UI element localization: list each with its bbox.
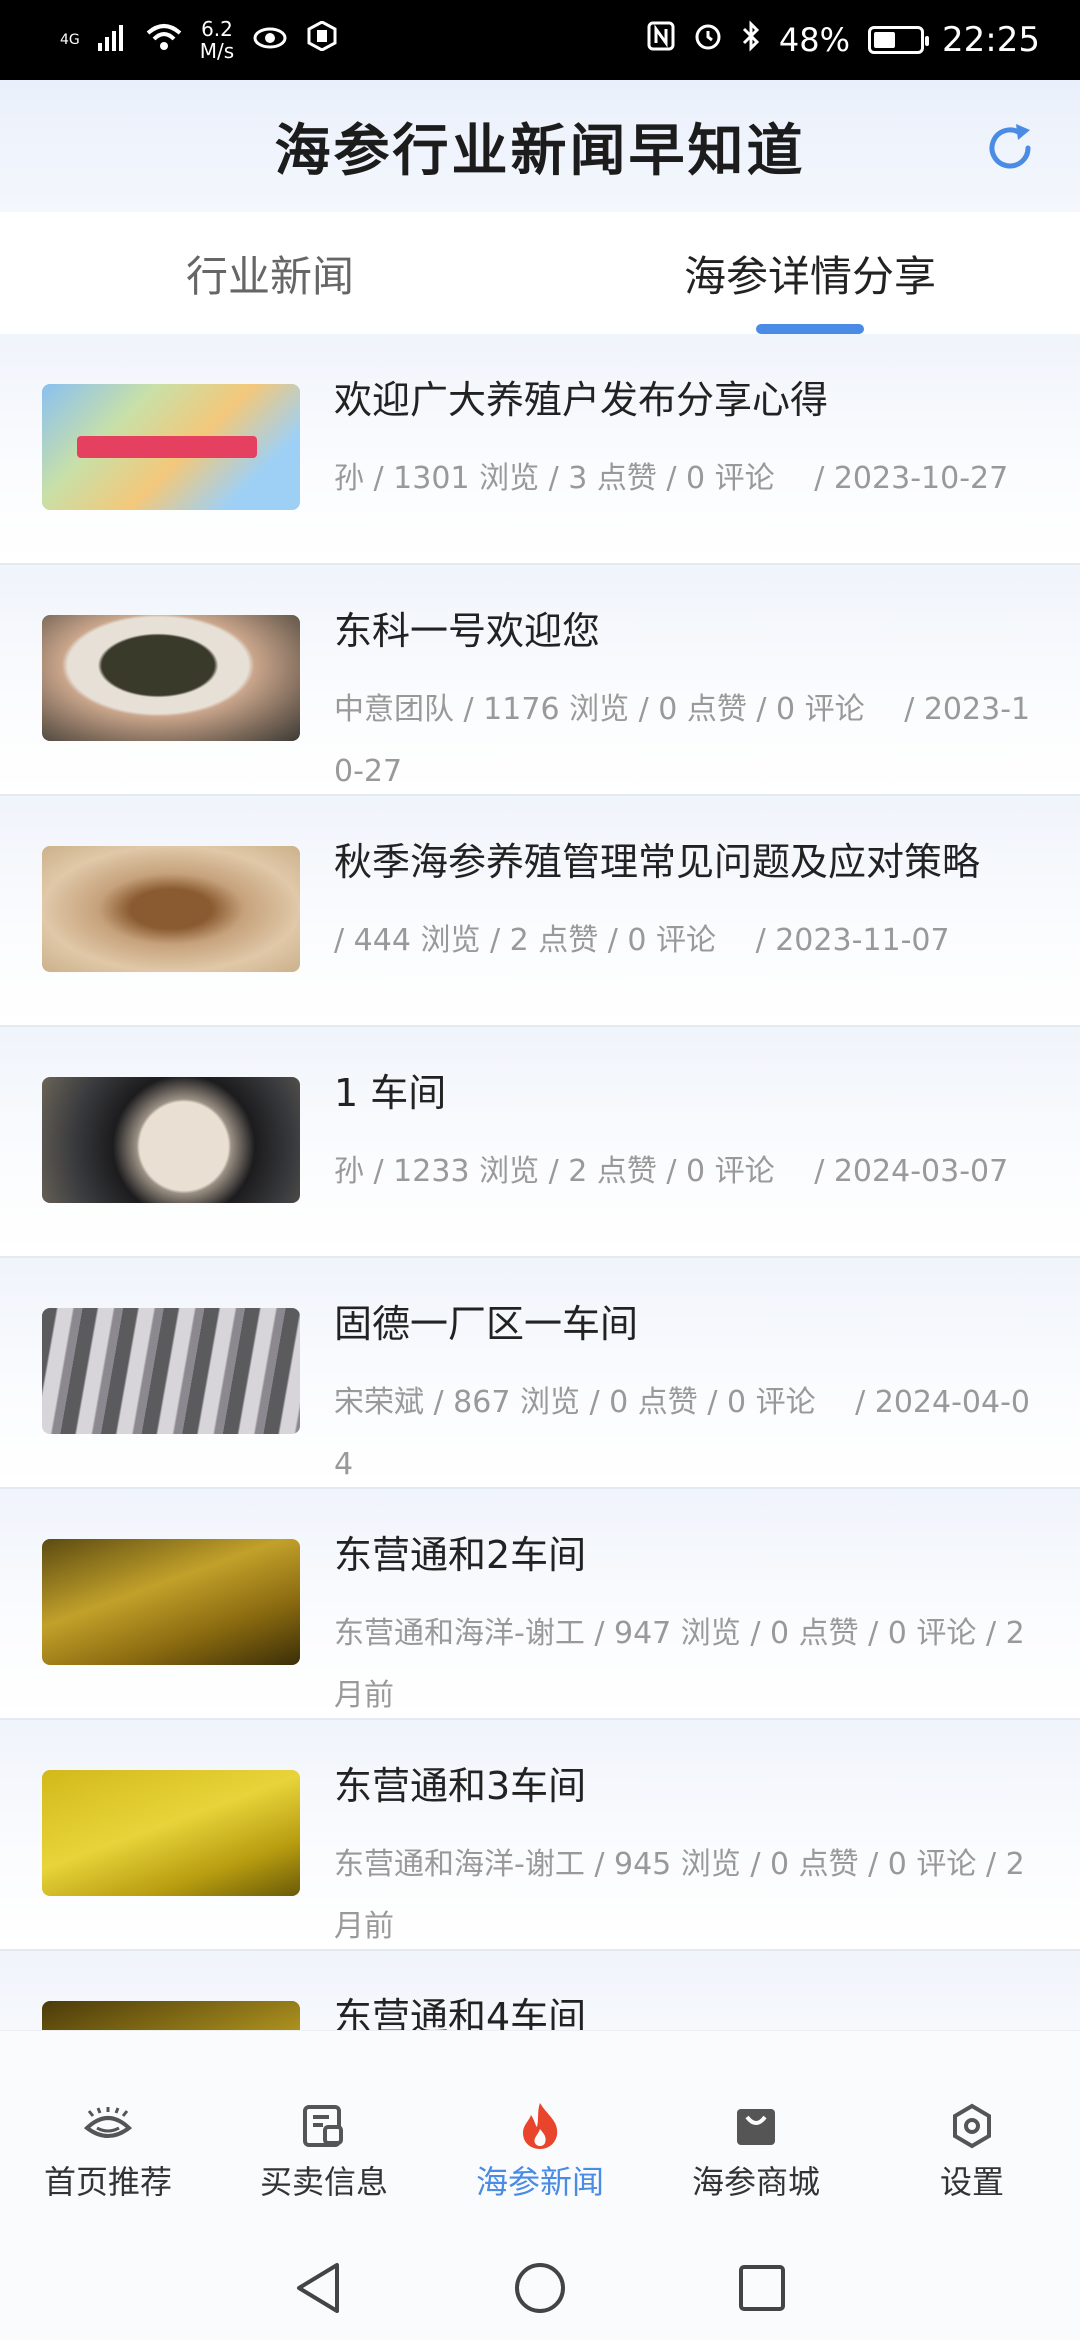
item-info: 东营通和2车间 东营通和海洋-谢工 / 947 浏览 / 0 点赞 / 0 评论…: [334, 1529, 1040, 1718]
gear-icon: [947, 2101, 997, 2151]
list-item[interactable]: 东科一号欢迎您 中意团队 / 1176 浏览 / 0 点赞 / 0 评论 / 2…: [0, 565, 1080, 796]
nfc-icon: [647, 21, 675, 59]
item-info: 固德一厂区一车间 宋荣斌 / 867 浏览 / 0 点赞 / 0 评论 / 20…: [334, 1298, 1040, 1487]
nav-home-recommend[interactable]: 首页推荐: [0, 2031, 216, 2240]
network-speed: 6.2 M/s: [200, 18, 234, 62]
item-title: 固德一厂区一车间: [334, 1302, 639, 1346]
list-item[interactable]: 1 车间 孙 / 1233 浏览 / 2 点赞 / 0 评论 / 2024-03…: [0, 1027, 1080, 1258]
item-title: 东营通和3车间: [334, 1764, 587, 1808]
nav-trade-info[interactable]: 买卖信息: [216, 2031, 432, 2240]
item-meta: 孙 / 1301 浏览 / 3 点赞 / 0 评论 / 2023-10-27: [334, 461, 1009, 496]
speed-unit: M/s: [199, 39, 235, 63]
wifi-icon: [146, 21, 182, 59]
status-bar-right: 48% 22:25: [647, 20, 1040, 60]
hand-icon: [306, 20, 338, 59]
thumbnail-image: [42, 1308, 300, 1434]
status-bar: 4G 6.2 M/s 48% 22:25: [0, 0, 1080, 80]
battery-percent: 48%: [778, 21, 851, 59]
list-item[interactable]: 东营通和4车间: [0, 1951, 1080, 2030]
item-title: 东营通和2车间: [334, 1533, 587, 1577]
system-nav-bar: [0, 2240, 1080, 2340]
document-icon: [299, 2101, 349, 2151]
item-info: 东营通和3车间 东营通和海洋-谢工 / 945 浏览 / 0 点赞 / 0 评论…: [334, 1760, 1040, 1949]
bluetooth-icon: [741, 20, 761, 60]
nav-sea-cucumber-mall[interactable]: 海参商城: [648, 2031, 864, 2240]
fire-icon: [515, 2101, 565, 2151]
clock: 22:25: [942, 20, 1040, 60]
thumbnail-image: [42, 2001, 300, 2030]
item-title: 欢迎广大养殖户发布分享心得: [334, 378, 829, 422]
thumbnail-image: [42, 846, 300, 972]
item-title: 东科一号欢迎您: [334, 609, 601, 653]
list-item[interactable]: 东营通和3车间 东营通和海洋-谢工 / 945 浏览 / 0 点赞 / 0 评论…: [0, 1720, 1080, 1951]
item-meta: 孙 / 1233 浏览 / 2 点赞 / 0 评论 / 2024-03-07: [334, 1154, 1009, 1189]
nav-label: 海参商城: [691, 2163, 820, 2201]
back-icon[interactable]: [293, 2261, 343, 2319]
network-type: 4G: [60, 32, 80, 48]
thumbnail-image: [42, 1539, 300, 1665]
item-meta: 东营通和海洋-谢工 / 945 浏览 / 0 点赞 / 0 评论 / 2月前: [334, 1847, 1025, 1944]
recent-apps-icon[interactable]: [737, 2263, 787, 2317]
signal-icon: [97, 21, 128, 59]
bottom-nav: 首页推荐 买卖信息 海参新闻 海参商城 设置: [0, 2030, 1080, 2240]
item-title: 1 车间: [334, 1071, 447, 1115]
eye-icon: [83, 2101, 133, 2151]
refresh-icon[interactable]: [980, 118, 1040, 178]
tab-industry-news[interactable]: 行业新闻: [0, 212, 540, 334]
alarm-icon: [693, 21, 723, 59]
news-list: 欢迎广大养殖户发布分享心得 孙 / 1301 浏览 / 3 点赞 / 0 评论 …: [0, 334, 1080, 2030]
nav-label: 首页推荐: [43, 2163, 172, 2201]
tab-bar: 行业新闻 海参详情分享: [0, 212, 1080, 334]
item-info: 1 车间 孙 / 1233 浏览 / 2 点赞 / 0 评论 / 2024-03…: [334, 1067, 1040, 1256]
battery-icon: [868, 26, 930, 54]
item-title: 秋季海参养殖管理常见问题及应对策略: [334, 840, 981, 884]
thumbnail-image: [42, 615, 300, 741]
home-icon[interactable]: [513, 2261, 567, 2319]
item-title: 东营通和4车间: [334, 1995, 587, 2030]
page-title: 海参行业新闻早知道: [274, 118, 806, 184]
thumbnail-image: [42, 1770, 300, 1896]
item-info: 秋季海参养殖管理常见问题及应对策略 / 444 浏览 / 2 点赞 / 0 评论…: [334, 836, 1040, 1025]
tab-sea-cucumber-share[interactable]: 海参详情分享: [540, 212, 1080, 334]
item-meta: / 444 浏览 / 2 点赞 / 0 评论 / 2023-11-07: [334, 923, 950, 958]
list-item[interactable]: 欢迎广大养殖户发布分享心得 孙 / 1301 浏览 / 3 点赞 / 0 评论 …: [0, 334, 1080, 565]
item-info: 欢迎广大养殖户发布分享心得 孙 / 1301 浏览 / 3 点赞 / 0 评论 …: [334, 374, 1040, 563]
nav-label: 设置: [939, 2163, 1004, 2201]
battery-fill: [874, 32, 896, 48]
list-item[interactable]: 固德一厂区一车间 宋荣斌 / 867 浏览 / 0 点赞 / 0 评论 / 20…: [0, 1258, 1080, 1489]
nav-label: 买卖信息: [259, 2163, 388, 2201]
item-meta: 东营通和海洋-谢工 / 947 浏览 / 0 点赞 / 0 评论 / 2月前: [334, 1616, 1025, 1713]
speed-value: 6.2: [201, 17, 233, 41]
item-info: 东营通和4车间: [334, 1991, 1040, 2030]
thumbnail-image: [42, 1077, 300, 1203]
item-meta: 中意团队 / 1176 浏览 / 0 点赞 / 0 评论 / 2023-10-2…: [334, 692, 1031, 789]
nav-sea-cucumber-news[interactable]: 海参新闻: [432, 2031, 648, 2240]
thumbnail-image: [42, 384, 300, 510]
nav-settings[interactable]: 设置: [864, 2031, 1080, 2240]
nav-label: 海参新闻: [475, 2163, 604, 2201]
status-bar-left: 4G 6.2 M/s: [60, 18, 338, 62]
item-meta: 宋荣斌 / 867 浏览 / 0 点赞 / 0 评论 / 2024-04-04: [334, 1385, 1031, 1482]
app-header: 海参行业新闻早知道: [0, 80, 1080, 212]
list-item[interactable]: 东营通和2车间 东营通和海洋-谢工 / 947 浏览 / 0 点赞 / 0 评论…: [0, 1489, 1080, 1720]
item-info: 东科一号欢迎您 中意团队 / 1176 浏览 / 0 点赞 / 0 评论 / 2…: [334, 605, 1040, 794]
list-item[interactable]: 秋季海参养殖管理常见问题及应对策略 / 444 浏览 / 2 点赞 / 0 评论…: [0, 796, 1080, 1027]
shopping-bag-icon: [731, 2101, 781, 2151]
eye-comfort-icon: [252, 21, 288, 59]
